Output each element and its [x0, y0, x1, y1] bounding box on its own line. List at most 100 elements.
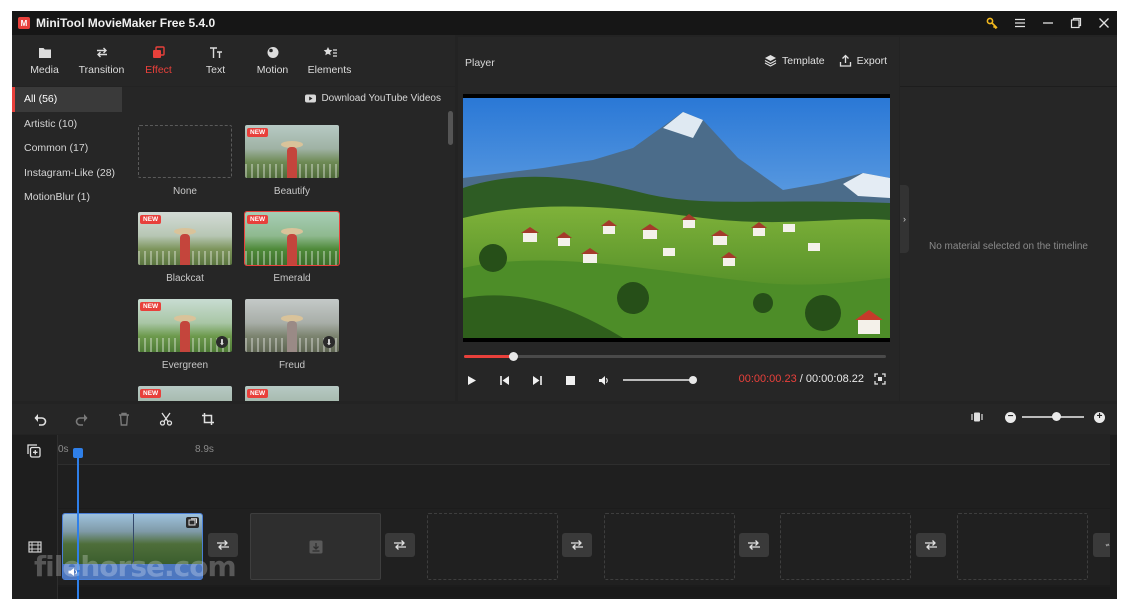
effect-category-list: All (56) Artistic (10) Common (17) Insta… — [12, 87, 122, 401]
playhead-handle[interactable] — [73, 448, 83, 458]
zoom-out-icon[interactable]: − — [1005, 411, 1016, 423]
media-drop-slot[interactable] — [427, 513, 558, 580]
zoom-handle[interactable] — [1052, 412, 1062, 421]
video-frame-image — [463, 98, 890, 338]
effect-label: Blackcat — [166, 273, 204, 284]
transition-icon — [571, 540, 583, 550]
split-scissors-icon[interactable] — [158, 411, 174, 427]
effect-partial[interactable]: NEW — [138, 386, 232, 401]
transition-icon — [95, 46, 109, 59]
tool-label: Effect — [145, 63, 172, 76]
transition-slot[interactable] — [562, 533, 592, 557]
stop-icon[interactable] — [563, 373, 577, 387]
export-button[interactable]: Export — [839, 54, 887, 67]
effect-evergreen[interactable]: NEW ⬇ Evergreen — [138, 299, 232, 371]
effect-freud[interactable]: ⬇ Freud — [245, 299, 339, 371]
media-drop-slot[interactable] — [780, 513, 911, 580]
download-icon[interactable]: ⬇ — [323, 336, 335, 348]
current-time: 00:00:00.23 — [738, 373, 797, 385]
effect-none[interactable]: None — [138, 125, 232, 197]
download-youtube-link[interactable]: Download YouTube Videos — [305, 93, 441, 104]
menu-icon[interactable] — [1013, 16, 1027, 30]
tool-media[interactable]: Media — [16, 35, 73, 86]
import-media-icon — [309, 540, 322, 553]
properties-panel: › No material selected on the timeline — [900, 37, 1117, 401]
export-label: Export — [856, 54, 887, 67]
zoom-in-icon[interactable]: + — [1094, 411, 1105, 423]
transition-slot[interactable] — [1093, 533, 1110, 557]
ruler-end-label: 8.9s — [195, 444, 214, 455]
category-instagram-like[interactable]: Instagram-Like (28) — [12, 161, 122, 186]
category-common[interactable]: Common (17) — [12, 136, 122, 161]
template-label: Template — [782, 54, 825, 67]
fit-timeline-icon[interactable] — [971, 411, 983, 423]
previous-frame-icon[interactable] — [497, 373, 511, 387]
new-badge: NEW — [247, 389, 269, 398]
category-motionblur[interactable]: MotionBlur (1) — [12, 185, 122, 210]
timeline-toolbar: − + — [12, 404, 1117, 434]
effect-label: Evergreen — [161, 360, 209, 371]
tool-motion[interactable]: Motion — [244, 35, 301, 86]
tool-label: Elements — [307, 63, 352, 76]
clip-copy-icon[interactable] — [186, 517, 199, 528]
zoom-slider[interactable] — [1022, 412, 1084, 421]
media-drop-slot[interactable] — [957, 513, 1088, 580]
category-artistic[interactable]: Artistic (10) — [12, 112, 122, 137]
transition-slot[interactable] — [739, 533, 769, 557]
maximize-icon[interactable] — [1069, 16, 1083, 30]
volume-slider[interactable] — [623, 376, 697, 384]
transition-slot[interactable] — [916, 533, 946, 557]
effect-beautify[interactable]: NEW Beautify — [245, 125, 339, 197]
time-display: 00:00:00.23 / 00:00:08.22 — [739, 373, 864, 385]
effect-label: Beautify — [273, 186, 311, 197]
play-icon[interactable] — [464, 373, 478, 387]
playback-scrubber[interactable] — [464, 352, 886, 361]
minimize-icon[interactable] — [1041, 16, 1055, 30]
next-frame-icon[interactable] — [530, 373, 544, 387]
add-track-icon[interactable] — [27, 444, 41, 458]
tool-elements[interactable]: Elements — [301, 35, 358, 86]
tool-text[interactable]: Text — [187, 35, 244, 86]
time-separator: / — [796, 373, 806, 385]
scrubber-handle[interactable] — [508, 352, 518, 361]
effect-thumb-selected: NEW — [244, 211, 340, 266]
player-panel: Player Template Export 00:00:00.23 / 00:… — [458, 37, 899, 401]
delete-icon[interactable] — [116, 411, 132, 427]
volume-icon[interactable] — [596, 373, 610, 387]
download-icon[interactable]: ⬇ — [216, 336, 228, 348]
volume-handle[interactable] — [689, 376, 697, 384]
crop-icon[interactable] — [200, 411, 216, 427]
timeline-scrollbar[interactable] — [58, 587, 1110, 597]
tool-label: Media — [30, 63, 59, 76]
properties-header — [900, 37, 1117, 87]
tool-transition[interactable]: Transition — [73, 35, 130, 86]
media-drop-slot[interactable] — [604, 513, 735, 580]
transition-slot[interactable] — [385, 533, 415, 557]
video-preview[interactable] — [463, 94, 890, 342]
undo-icon[interactable] — [32, 411, 48, 427]
effect-blackcat[interactable]: NEW Blackcat — [138, 212, 232, 284]
effect-label: Emerald — [273, 273, 311, 284]
redo-icon[interactable] — [74, 411, 90, 427]
category-all[interactable]: All (56) — [12, 87, 122, 112]
close-icon[interactable] — [1097, 16, 1111, 30]
effect-thumb: ⬇ — [245, 299, 339, 352]
media-drop-slot[interactable] — [250, 513, 381, 580]
motion-icon — [266, 46, 280, 59]
key-icon[interactable] — [985, 16, 999, 30]
timeline-ruler[interactable]: 0s 8.9s — [58, 435, 1110, 465]
timeline-zoom: − + — [971, 411, 1105, 423]
effect-emerald[interactable]: NEW Emerald — [244, 211, 340, 284]
elements-icon — [323, 46, 337, 59]
effects-scrollbar[interactable] — [448, 111, 453, 145]
effect-label: Freud — [278, 360, 306, 371]
video-download-icon — [305, 94, 317, 103]
overlay-track[interactable] — [58, 465, 1110, 508]
template-button[interactable]: Template — [764, 54, 825, 67]
effect-partial[interactable]: NEW — [245, 386, 339, 401]
tool-effect[interactable]: Effect — [130, 35, 187, 86]
player-actions: Template Export — [764, 54, 887, 67]
ruler-start-label: 0s — [58, 444, 69, 455]
fullscreen-icon[interactable] — [874, 373, 886, 385]
new-badge: NEW — [247, 215, 269, 224]
